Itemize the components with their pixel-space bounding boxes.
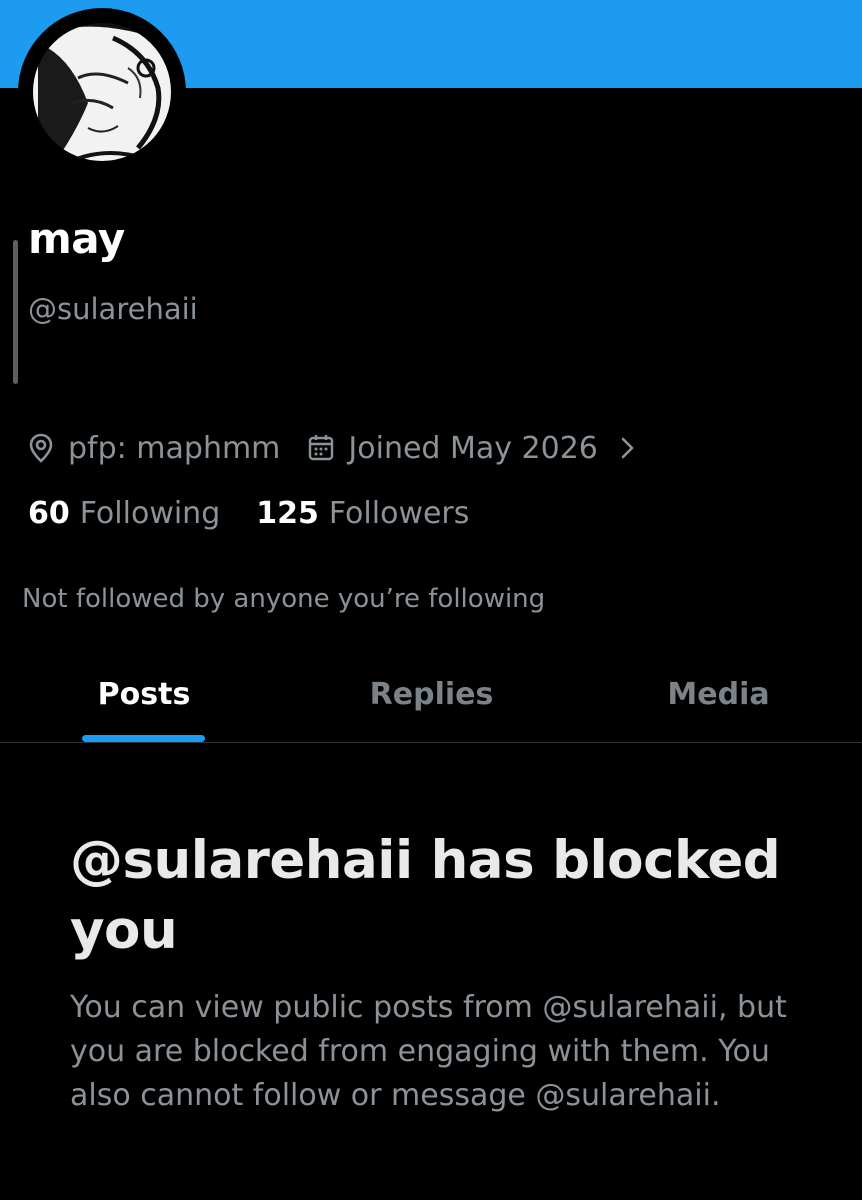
joined-date: Joined May 2026 [348, 430, 598, 466]
avatar-drawing [22, 12, 182, 172]
following-count: 60 [28, 496, 70, 531]
tab-posts[interactable]: Posts [0, 662, 288, 726]
location-text: pfp: maphmm [68, 430, 281, 466]
location-pin-icon [28, 433, 54, 463]
followers-count: 125 [256, 496, 319, 531]
tabs-divider [0, 742, 862, 743]
active-tab-indicator [82, 735, 205, 742]
profile-handle: @sularehaii [28, 292, 198, 326]
tab-replies[interactable]: Replies [288, 662, 575, 726]
mutual-followers-note: Not followed by anyone you’re following [22, 584, 546, 614]
following-label: Following [79, 496, 221, 531]
avatar[interactable] [18, 8, 186, 176]
chevron-right-icon[interactable] [620, 435, 636, 461]
blocked-message: You can view public posts from @sulareha… [70, 990, 787, 1113]
followers-label: Followers [328, 496, 470, 531]
following-link[interactable]: 60 Following [28, 496, 220, 531]
follow-stats: 60 Following 125 Followers [28, 496, 469, 531]
calendar-icon [308, 434, 334, 462]
display-name: may [28, 214, 125, 263]
blocked-title: @sularehaii has blocked you [70, 830, 781, 961]
followers-link[interactable]: 125 Followers [256, 496, 469, 531]
scroll-indicator [13, 240, 18, 384]
profile-meta: pfp: maphmm Joined May 2026 [28, 426, 636, 470]
profile-tabs: Posts Replies Media [0, 662, 862, 742]
tab-media[interactable]: Media [575, 662, 862, 726]
